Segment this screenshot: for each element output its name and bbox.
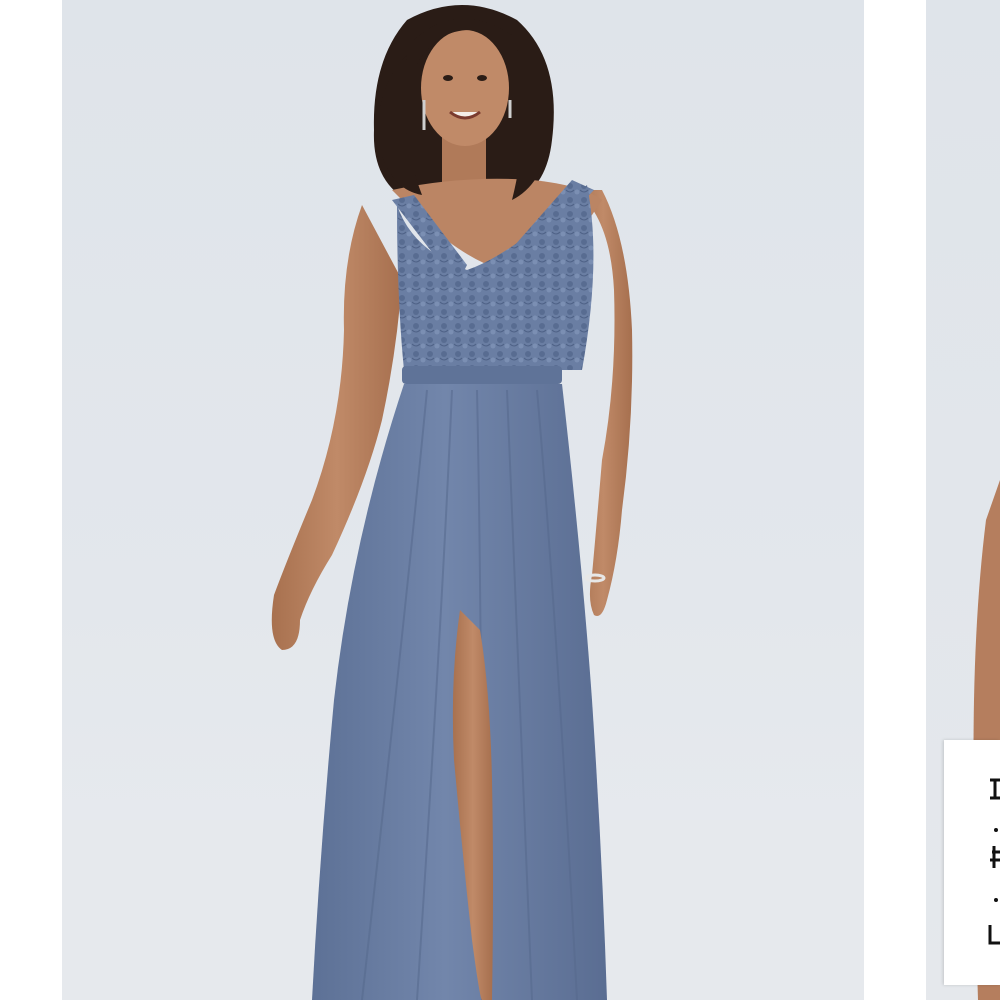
model-photo-illustration — [62, 5, 864, 1000]
next-slide-overlay-card — [944, 740, 1000, 985]
product-image-carousel — [0, 0, 1000, 1000]
cropped-overlay-glyphs — [988, 778, 1000, 945]
product-photo-main[interactable] — [62, 0, 864, 1000]
